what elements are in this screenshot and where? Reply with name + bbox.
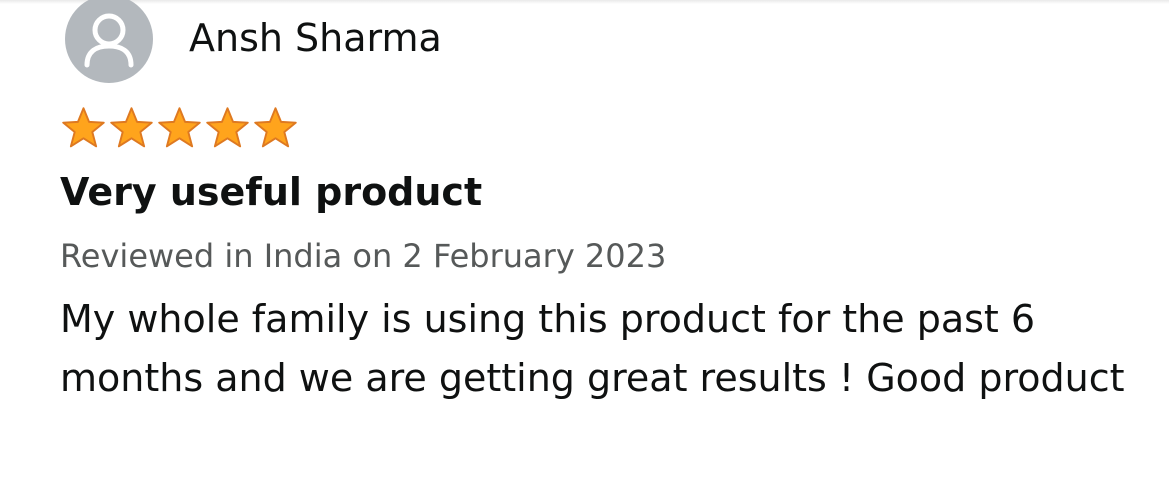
star-icon	[110, 107, 153, 148]
star-icon	[158, 107, 201, 148]
review-title[interactable]: Very useful product	[60, 170, 482, 214]
star-icon	[254, 107, 297, 148]
user-silhouette-icon	[84, 13, 134, 68]
star-icon	[62, 107, 105, 148]
avatar[interactable]	[65, 0, 153, 83]
review-body: My whole family is using this product fo…	[60, 297, 1125, 400]
star-rating[interactable]	[60, 106, 299, 150]
star-icon	[206, 107, 249, 148]
review-date: Reviewed in India on 2 February 2023	[60, 237, 667, 275]
reviewer-profile[interactable]: Ansh Sharma	[65, 0, 442, 84]
reviewer-name[interactable]: Ansh Sharma	[189, 19, 442, 57]
